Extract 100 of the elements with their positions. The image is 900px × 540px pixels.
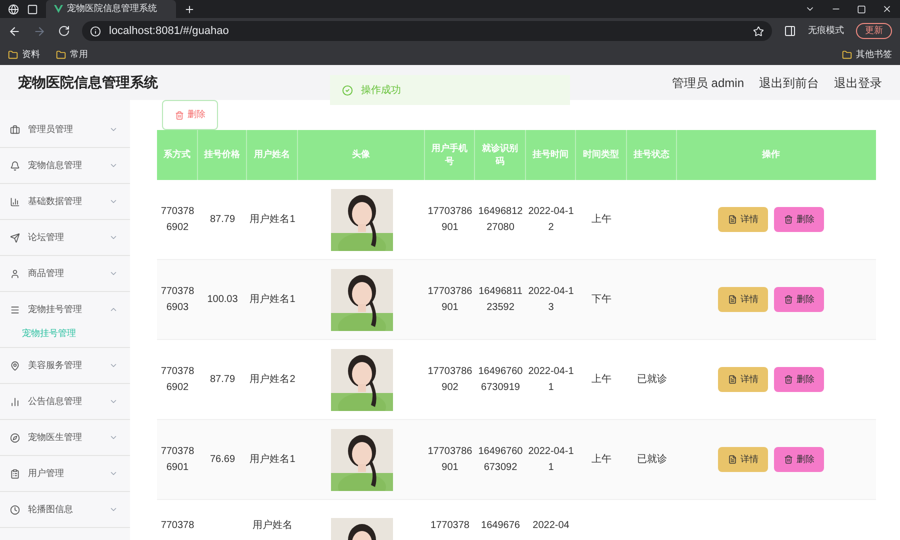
incognito-label: 无痕模式 <box>808 24 844 38</box>
table-cell-text: 17703786901 <box>427 204 473 234</box>
sidebar-item[interactable]: 基础数据管理 <box>0 184 130 219</box>
chevron-icon <box>109 361 118 370</box>
logo-icon <box>54 5 63 13</box>
delete-button[interactable]: 删除 <box>774 287 824 312</box>
bookmark[interactable]: 资料 <box>22 48 40 62</box>
table-cell-text: 2022-04-13 <box>528 284 574 314</box>
back-icon[interactable] <box>8 24 21 38</box>
sidebar-item[interactable]: 用户管理 <box>0 456 130 491</box>
delete-button[interactable]: 删除 <box>774 367 824 392</box>
table-cell-text: 87.79 <box>210 372 236 386</box>
document-icon <box>728 215 736 224</box>
clock-icon <box>10 504 20 514</box>
table-cell-text: 下午 <box>592 292 612 306</box>
update-button[interactable]: 更新 <box>856 23 892 39</box>
table-cell-text: 7703786902 <box>160 204 196 234</box>
sidebar-item[interactable]: 轮播图信息 <box>0 492 130 527</box>
send-icon <box>10 232 20 242</box>
table-cell-text: 1649681123592 <box>478 284 524 314</box>
detail-button[interactable]: 详情 <box>718 207 768 232</box>
pin-icon <box>10 360 20 370</box>
chevron-icon <box>109 161 118 170</box>
chevron-icon <box>109 125 118 134</box>
info-icon <box>90 26 101 36</box>
sidebar-item[interactable]: 商品管理 <box>0 256 130 291</box>
star-icon[interactable] <box>753 26 764 36</box>
table-cell-text: 17703786902 <box>427 364 473 394</box>
menu-icon <box>10 304 20 314</box>
sidebar-item[interactable]: 管理员管理 <box>0 112 130 147</box>
success-icon <box>342 84 353 96</box>
folder-icon <box>56 50 66 60</box>
bookmark[interactable]: 常用 <box>70 48 88 62</box>
detail-button[interactable]: 详情 <box>718 447 768 472</box>
bookmark[interactable]: 其他书签 <box>856 48 892 62</box>
chevron-icon <box>109 233 118 242</box>
chevron-icon <box>109 397 118 406</box>
table-cell-text: 用户姓名2 <box>250 372 296 386</box>
app-title: 宠物医院信息管理系统 <box>18 73 158 92</box>
sidebar-item[interactable]: 美容服务管理 <box>0 348 130 383</box>
sidebar-icon[interactable] <box>784 25 796 37</box>
table-cell-text: 87.79 <box>210 212 236 226</box>
table-cell-text: 已就诊 <box>637 452 667 466</box>
table-cell-text: 17703786901 <box>427 284 473 314</box>
folder-icon <box>842 50 852 60</box>
table-cell-text: 1649681227080 <box>477 204 524 234</box>
detail-button[interactable]: 详情 <box>718 287 768 312</box>
table-cell-text: 17703786901 <box>427 444 473 474</box>
browser-tab[interactable]: 宠物医院信息管理系统 <box>46 0 176 18</box>
trash-icon <box>784 295 792 304</box>
table-cell-text: 2022-04-11 <box>528 364 574 394</box>
table-cell-text: 已就诊 <box>637 372 667 386</box>
trash-icon <box>784 375 792 384</box>
briefcase-icon <box>10 124 20 134</box>
trash-icon <box>174 110 184 120</box>
bar-chart-icon <box>10 396 20 406</box>
chevron-icon <box>109 269 118 278</box>
clipboard-icon <box>10 468 20 478</box>
table-cell-text: 用户姓名1 <box>250 212 296 226</box>
table-cell-text: 1770378 <box>430 519 470 533</box>
address-bar[interactable]: localhost:8081/#/guahao <box>82 21 772 41</box>
close-icon[interactable] <box>882 4 892 14</box>
table-cell-text: 用户姓名1 <box>250 452 296 466</box>
table-cell-text: 770378 <box>160 519 194 533</box>
folder-icon <box>8 50 18 60</box>
sidebar-item[interactable]: 公告信息管理 <box>0 384 130 419</box>
table-cell-text: 2022-04 <box>532 519 570 533</box>
table-cell-text: 164967606730919 <box>477 364 524 394</box>
header-link[interactable]: 退出登录 <box>834 74 882 92</box>
document-icon <box>728 295 736 304</box>
bell-icon <box>10 160 20 170</box>
forward-icon[interactable] <box>33 24 46 38</box>
table-cell-text: 上午 <box>592 212 612 226</box>
delete-button[interactable]: 删除 <box>774 447 824 472</box>
table-cell-text: 2022-04-12 <box>528 204 574 234</box>
reload-icon[interactable] <box>58 25 70 37</box>
new-tab-icon[interactable] <box>184 4 195 14</box>
chevron-icon <box>109 433 118 442</box>
sidebar-item[interactable]: 宠物信息管理 <box>0 148 130 183</box>
chevron-icon <box>109 305 118 314</box>
trash-icon <box>784 215 792 224</box>
tab-icon[interactable] <box>27 4 38 14</box>
table-cell-text: 100.03 <box>207 292 238 306</box>
sidebar-item[interactable]: 宠物医生管理 <box>0 420 130 455</box>
header-link[interactable]: 退出到前台 <box>759 74 819 92</box>
table-cell-text: 16496760673092 <box>477 444 524 474</box>
table-cell-text: 2022-04-11 <box>528 444 574 474</box>
table-cell-text: 1649676 <box>481 519 520 533</box>
table-cell-text: 上午 <box>592 452 612 466</box>
delete-button[interactable]: 删除 <box>774 207 824 232</box>
table-cell-text: 7703786902 <box>160 364 196 394</box>
sidebar-item[interactable]: 论坛管理 <box>0 220 130 255</box>
table-cell-text: 用户姓名 <box>252 518 292 533</box>
trash-icon <box>784 455 792 464</box>
chevron-icon <box>109 197 118 206</box>
sidebar-item[interactable]: 宠物挂号管理 <box>0 292 130 327</box>
detail-button[interactable]: 详情 <box>718 367 768 392</box>
maximize-icon[interactable] <box>857 4 866 14</box>
globe-icon[interactable] <box>8 4 19 14</box>
table-cell-text: 7703786903 <box>160 284 196 314</box>
